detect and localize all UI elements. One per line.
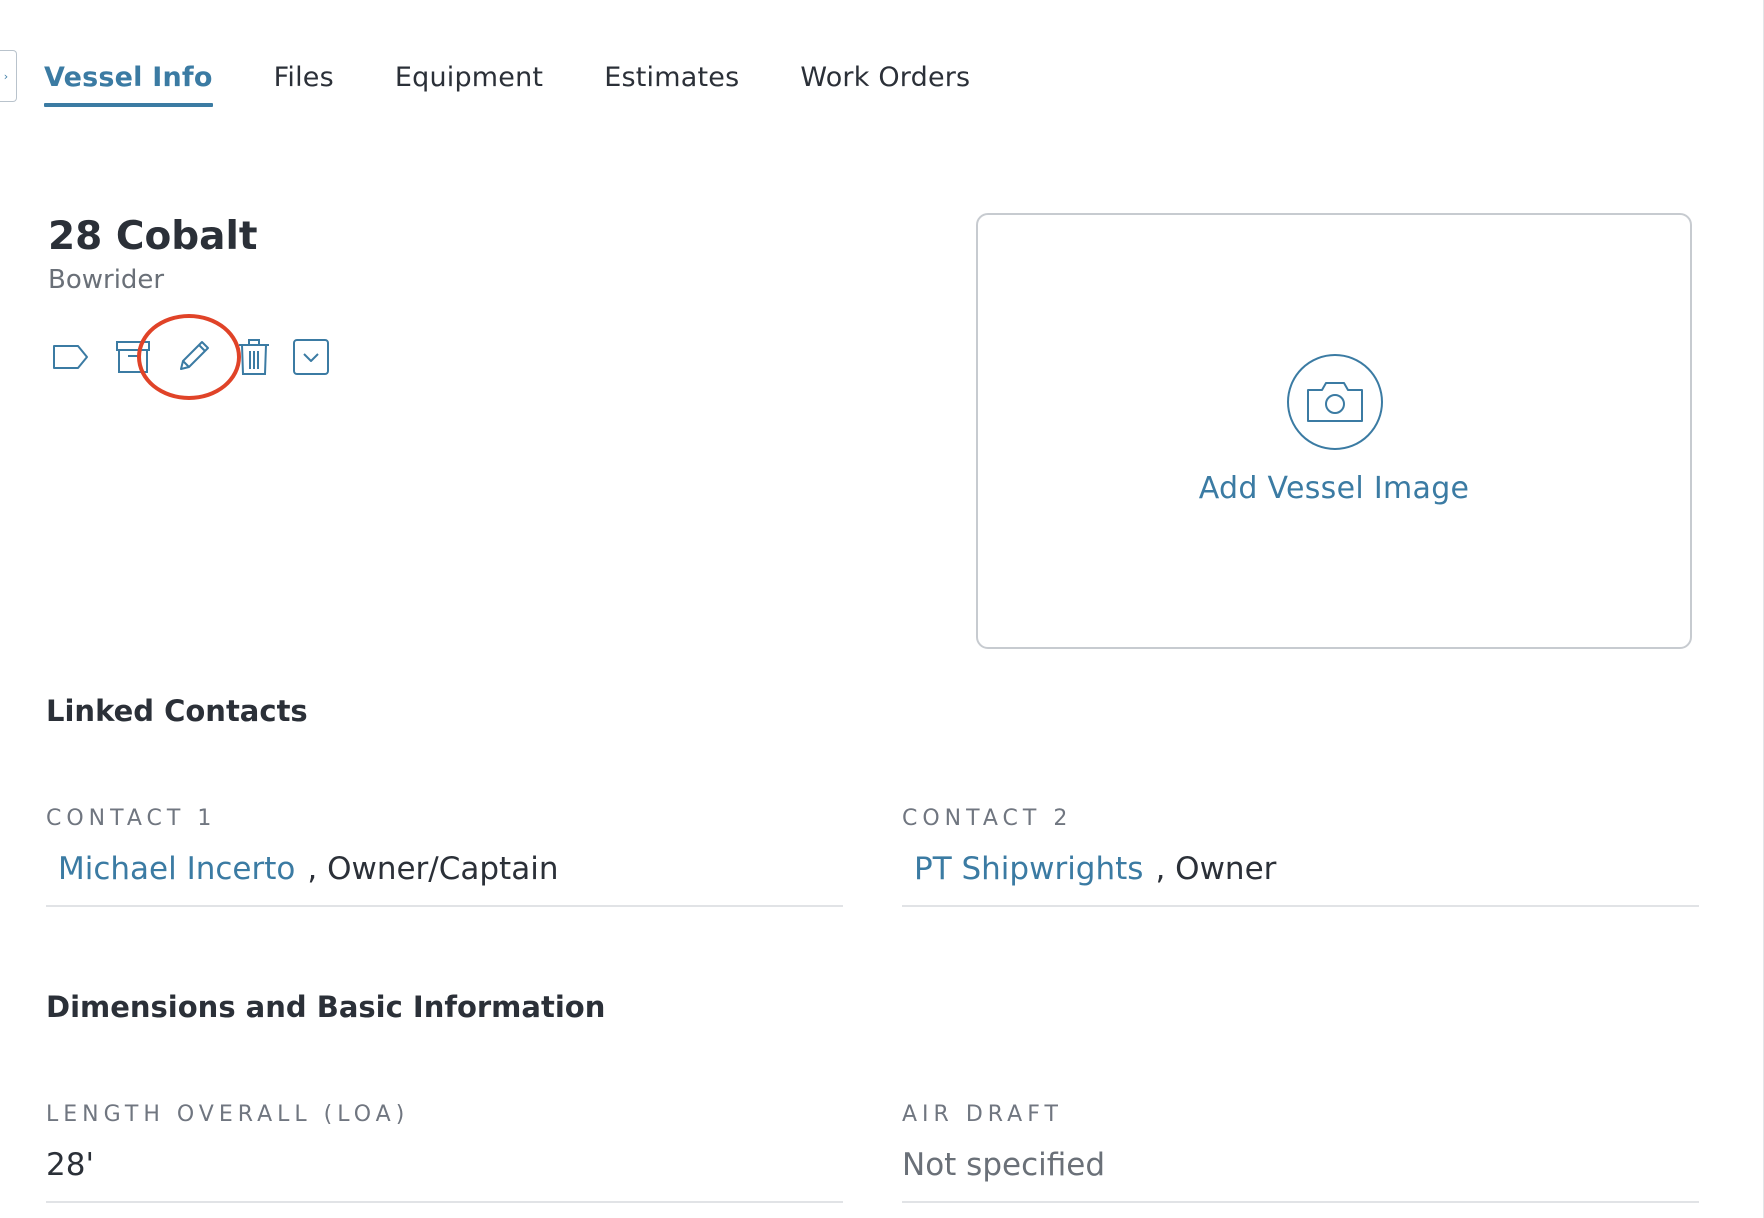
contact-2-separator: , — [1155, 851, 1166, 887]
loa-label: LENGTH OVERALL (LOA) — [46, 1102, 410, 1127]
edit-button[interactable] — [170, 334, 216, 380]
pencil-icon — [180, 341, 209, 370]
air-draft-label: AIR DRAFT — [902, 1102, 1063, 1127]
archive-icon — [116, 341, 150, 373]
dimensions-title: Dimensions and Basic Information — [46, 990, 606, 1024]
contact-1-role: Owner/Captain — [327, 851, 559, 887]
chevron-down-icon — [293, 339, 329, 375]
tab-vessel-info[interactable]: Vessel Info — [44, 58, 213, 110]
add-vessel-image-label: Add Vessel Image — [1198, 471, 1470, 506]
vessel-type: Bowrider — [48, 265, 165, 295]
air-draft-value: Not specified — [902, 1147, 1105, 1183]
sidebar-toggle-button[interactable]: › — [0, 50, 17, 102]
trash-icon — [239, 339, 269, 375]
air-draft-field: AIR DRAFT Not specified — [902, 1100, 1699, 1203]
archive-button[interactable] — [110, 334, 156, 380]
contact-2-role: Owner — [1175, 851, 1277, 887]
contact-1-link[interactable]: Michael Incerto — [46, 851, 295, 887]
contact-1-field: CONTACT 1 Michael Incerto, Owner/Captain — [46, 804, 843, 907]
contact-2-value: PT Shipwrights, Owner — [902, 848, 1276, 890]
more-actions-dropdown[interactable] — [288, 334, 334, 380]
loa-value: 28' — [46, 1147, 94, 1183]
tab-estimates[interactable]: Estimates — [604, 58, 739, 110]
loa-field: LENGTH OVERALL (LOA) 28' — [46, 1100, 843, 1203]
vessel-name: 28 Cobalt — [48, 214, 258, 259]
add-vessel-image-card[interactable]: Add Vessel Image — [976, 213, 1692, 649]
contact-2-label: CONTACT 2 — [902, 806, 1073, 831]
camera-icon — [1287, 354, 1383, 450]
delete-button[interactable] — [231, 334, 277, 380]
tab-files[interactable]: Files — [274, 58, 334, 110]
tab-bar: Vessel Info Files Equipment Estimates Wo… — [44, 58, 970, 110]
contact-2-field: CONTACT 2 PT Shipwrights, Owner — [902, 804, 1699, 907]
chevron-right-icon: › — [3, 69, 9, 83]
tag-button[interactable] — [48, 334, 94, 380]
linked-contacts-title: Linked Contacts — [46, 694, 308, 728]
contact-1-value: Michael Incerto, Owner/Captain — [46, 848, 558, 890]
tab-equipment[interactable]: Equipment — [395, 58, 543, 110]
tag-icon — [53, 345, 88, 369]
contact-2-link[interactable]: PT Shipwrights — [902, 851, 1143, 887]
tab-work-orders[interactable]: Work Orders — [800, 58, 970, 110]
contact-1-label: CONTACT 1 — [46, 806, 217, 831]
contact-1-separator: , — [307, 851, 318, 887]
